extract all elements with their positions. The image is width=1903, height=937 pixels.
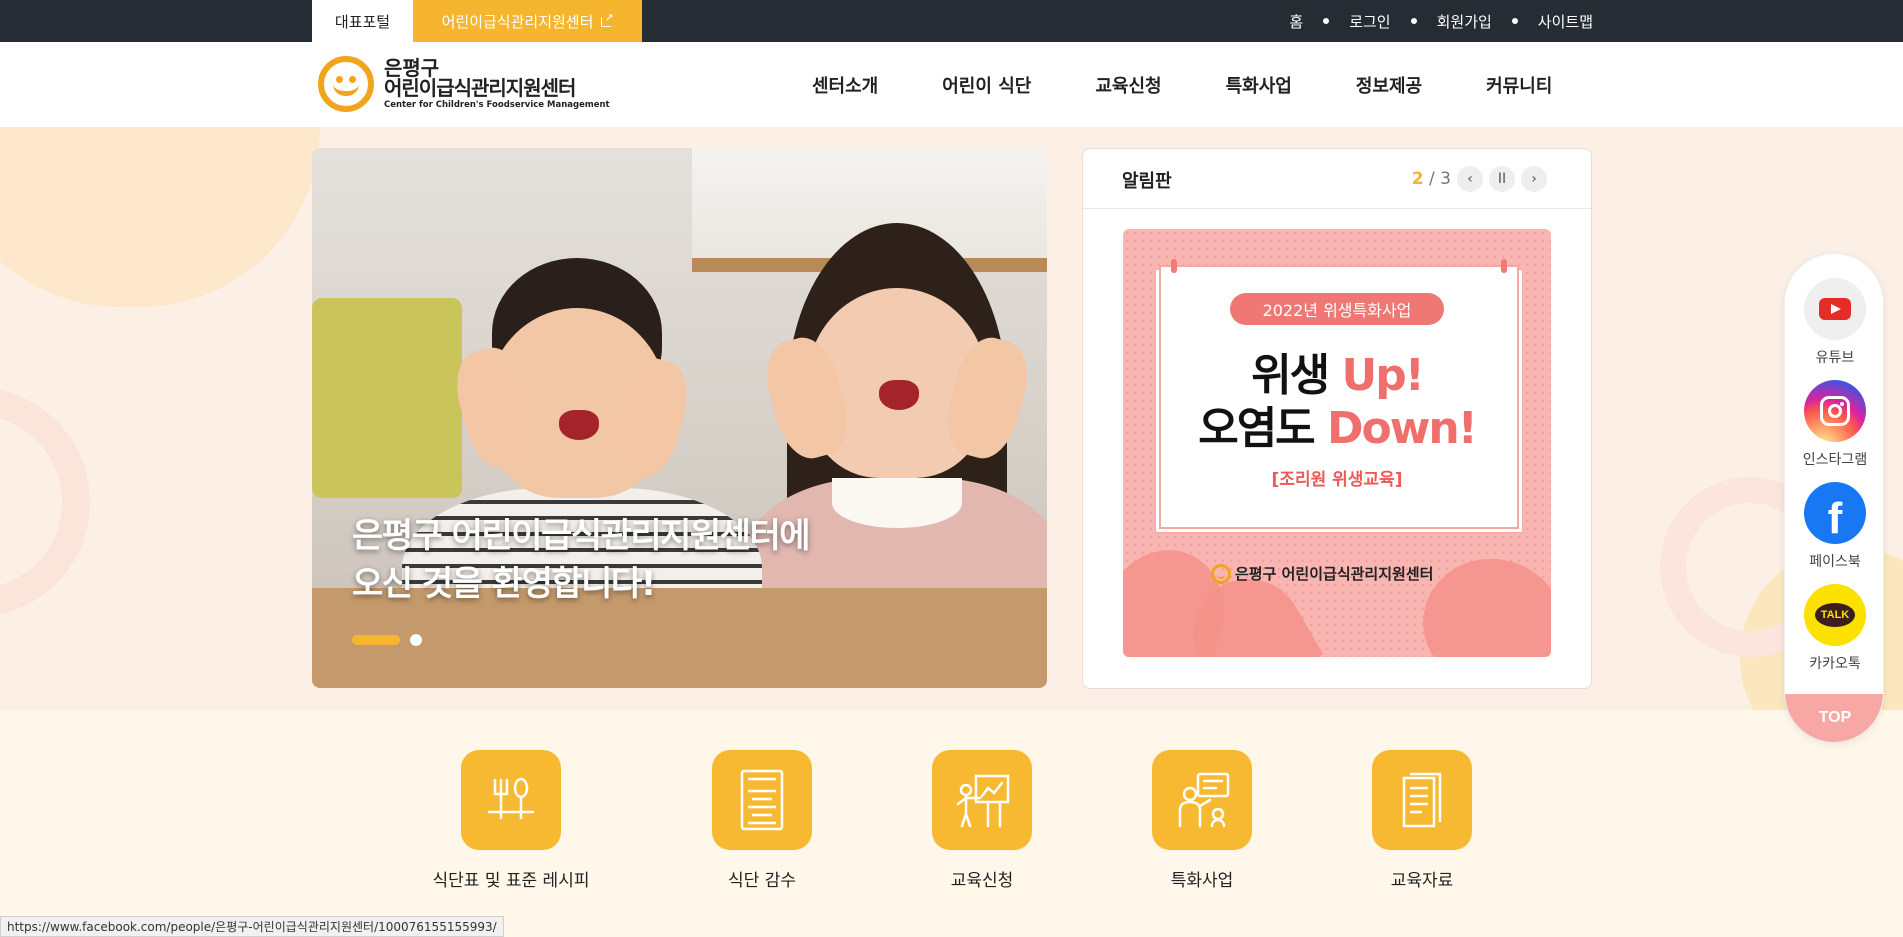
main-nav: 센터소개 어린이 식단 교육신청 특화사업 정보제공 커뮤니티 bbox=[780, 42, 1584, 127]
hero-pagination bbox=[352, 634, 422, 646]
facebook-icon: f bbox=[1804, 482, 1866, 544]
logo-text: 은평구 어린이급식관리지원센터 Center for Children's Fo… bbox=[384, 58, 610, 110]
logo-line3: Center for Children's Foodservice Manage… bbox=[384, 100, 610, 111]
logo-line2: 어린이급식관리지원센터 bbox=[384, 76, 576, 101]
sns-youtube[interactable]: 유튜브 bbox=[1785, 278, 1883, 367]
sns-label: 카카오톡 bbox=[1809, 656, 1861, 672]
hero-caption-line2: 오신 것을 환영합니다! bbox=[352, 563, 656, 604]
tab-center-label: 어린이급식관리지원센터 bbox=[441, 12, 594, 31]
tab-portal[interactable]: 대표포털 bbox=[312, 0, 413, 42]
sitemap-link[interactable]: 사이트맵 bbox=[1538, 11, 1593, 32]
smile-logo-icon bbox=[318, 56, 374, 112]
browser-status-url: https://www.facebook.com/people/은평구-어린이급… bbox=[0, 916, 504, 937]
instagram-icon bbox=[1804, 380, 1866, 442]
quick-label: 식단표 및 표준 레시피 bbox=[432, 871, 590, 891]
quick-item-menu-recipe[interactable]: 식단표 및 표준 레시피 bbox=[411, 750, 611, 891]
sns-instagram[interactable]: 인스타그램 bbox=[1785, 380, 1883, 469]
quick-label: 교육자료 bbox=[1390, 871, 1454, 891]
pager-current: 2 bbox=[1411, 169, 1424, 189]
poster-brand: 은평구 어린이급식관리지원센터 bbox=[1211, 563, 1433, 584]
chevron-left-icon[interactable]: ‹ bbox=[1457, 166, 1483, 192]
separator-dot bbox=[1511, 18, 1518, 24]
smile-logo-icon bbox=[1211, 563, 1231, 584]
nav-information[interactable]: 정보제공 bbox=[1324, 72, 1454, 98]
decor-shape bbox=[0, 127, 320, 307]
hero-photo-cushion bbox=[312, 298, 462, 498]
nav-kids-diet[interactable]: 어린이 식단 bbox=[910, 72, 1063, 98]
site-logo[interactable]: 은평구 어린이급식관리지원센터 Center for Children's Fo… bbox=[318, 56, 610, 112]
poster-subtitle: [조리원 위생교육] bbox=[1271, 470, 1403, 490]
notice-board: 알림판 2 / 3 ‹ II › 2022년 위생특화사업 위생 Up! 오염도… bbox=[1082, 148, 1592, 689]
poster-pill: 2022년 위생특화사업 bbox=[1230, 293, 1444, 325]
quick-item-diet-review[interactable]: 식단 감수 bbox=[662, 750, 862, 891]
quick-item-education-materials[interactable]: 교육자료 bbox=[1322, 750, 1522, 891]
pager-total: 3 bbox=[1440, 169, 1451, 189]
slide-indicator[interactable] bbox=[410, 634, 422, 646]
menu-board-icon bbox=[712, 750, 812, 850]
tab-center-link[interactable]: 어린이급식관리지원센터 bbox=[413, 0, 642, 42]
sns-kakaotalk[interactable]: TALK 카카오톡 bbox=[1785, 584, 1883, 673]
quick-menu: 식단표 및 표준 레시피 식단 감수 교육신청 특화사업 교육자료 bbox=[0, 710, 1903, 937]
notice-pager: 2 / 3 bbox=[1412, 169, 1451, 189]
notice-board-title: 알림판 bbox=[1122, 171, 1172, 192]
sns-label: 유튜브 bbox=[1815, 350, 1855, 366]
utensils-icon bbox=[461, 750, 561, 850]
quick-label: 특화사업 bbox=[1170, 871, 1234, 891]
decor-ring bbox=[0, 387, 90, 617]
sns-label: 페이스북 bbox=[1809, 554, 1861, 570]
external-link-icon bbox=[601, 11, 614, 27]
separator-dot bbox=[1323, 18, 1330, 24]
sns-label: 인스타그램 bbox=[1802, 452, 1868, 468]
notice-board-header: 알림판 2 / 3 ‹ II › bbox=[1083, 149, 1591, 209]
chevron-right-icon[interactable]: › bbox=[1521, 166, 1547, 192]
home-link[interactable]: 홈 bbox=[1289, 11, 1303, 32]
login-link[interactable]: 로그인 bbox=[1349, 11, 1390, 32]
poster-headline2: 오염도 Down! bbox=[1198, 403, 1478, 454]
nav-education[interactable]: 교육신청 bbox=[1063, 72, 1193, 98]
pause-icon[interactable]: II bbox=[1489, 166, 1515, 192]
nav-community[interactable]: 커뮤니티 bbox=[1454, 72, 1584, 98]
separator-dot bbox=[1410, 18, 1417, 24]
sns-facebook[interactable]: f 페이스북 bbox=[1785, 482, 1883, 571]
notice-poster[interactable]: 2022년 위생특화사업 위생 Up! 오염도 Down! [조리원 위생교육]… bbox=[1123, 229, 1551, 657]
sns-sidebar: 유튜브 인스타그램 f 페이스북 TALK 카카오톡 TOP bbox=[1784, 253, 1884, 743]
document-icon bbox=[1372, 750, 1472, 850]
youtube-icon bbox=[1804, 278, 1866, 340]
slide-indicator-active[interactable] bbox=[352, 635, 400, 645]
hero-caption: 은평구 어린이급식관리지원센터에 오신 것을 환영합니다! bbox=[352, 513, 811, 608]
logo-line1: 은평구 bbox=[384, 56, 440, 81]
hero-caption-line1: 은평구 어린이급식관리지원센터에 bbox=[352, 516, 811, 556]
presentation-icon bbox=[932, 750, 1032, 850]
hero-slider[interactable]: 은평구 어린이급식관리지원센터에 오신 것을 환영합니다! bbox=[312, 148, 1047, 688]
nav-center-intro[interactable]: 센터소개 bbox=[780, 72, 910, 98]
top-utility-bar: 대표포털 어린이급식관리지원센터 홈 로그인 회원가입 사이트맵 bbox=[0, 0, 1903, 42]
scroll-top-button[interactable]: TOP bbox=[1785, 694, 1883, 742]
teacher-icon bbox=[1152, 750, 1252, 850]
nav-special-projects[interactable]: 특화사업 bbox=[1194, 72, 1324, 98]
signup-link[interactable]: 회원가입 bbox=[1437, 11, 1492, 32]
kakaotalk-icon: TALK bbox=[1804, 584, 1866, 646]
tab-portal-label: 대표포털 bbox=[334, 12, 391, 31]
quick-label: 식단 감수 bbox=[728, 871, 796, 891]
site-header: 은평구 어린이급식관리지원센터 Center for Children's Fo… bbox=[0, 42, 1903, 127]
utility-links: 홈 로그인 회원가입 사이트맵 bbox=[1289, 0, 1593, 42]
pager-divider: / bbox=[1429, 169, 1435, 189]
quick-item-education[interactable]: 교육신청 bbox=[882, 750, 1082, 891]
quick-label: 교육신청 bbox=[950, 871, 1014, 891]
quick-item-special-projects[interactable]: 특화사업 bbox=[1102, 750, 1302, 891]
